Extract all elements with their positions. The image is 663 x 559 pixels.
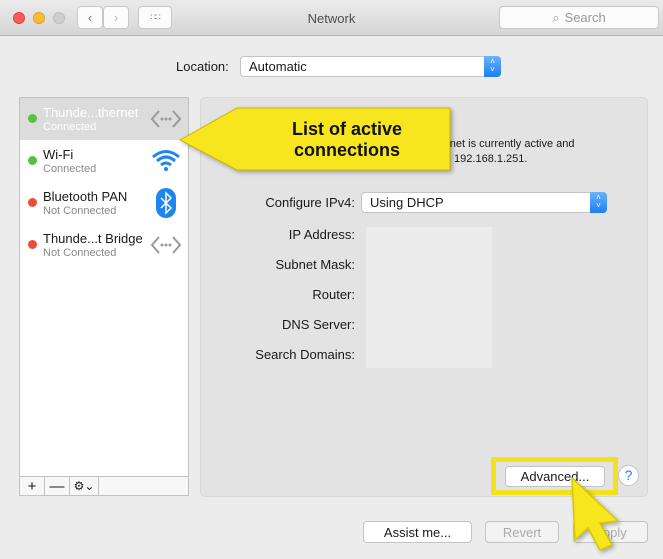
- annotation-layer: [178, 107, 620, 551]
- callout-text: List of active connections: [291, 119, 403, 160]
- cursor-arrow-icon: [571, 476, 620, 551]
